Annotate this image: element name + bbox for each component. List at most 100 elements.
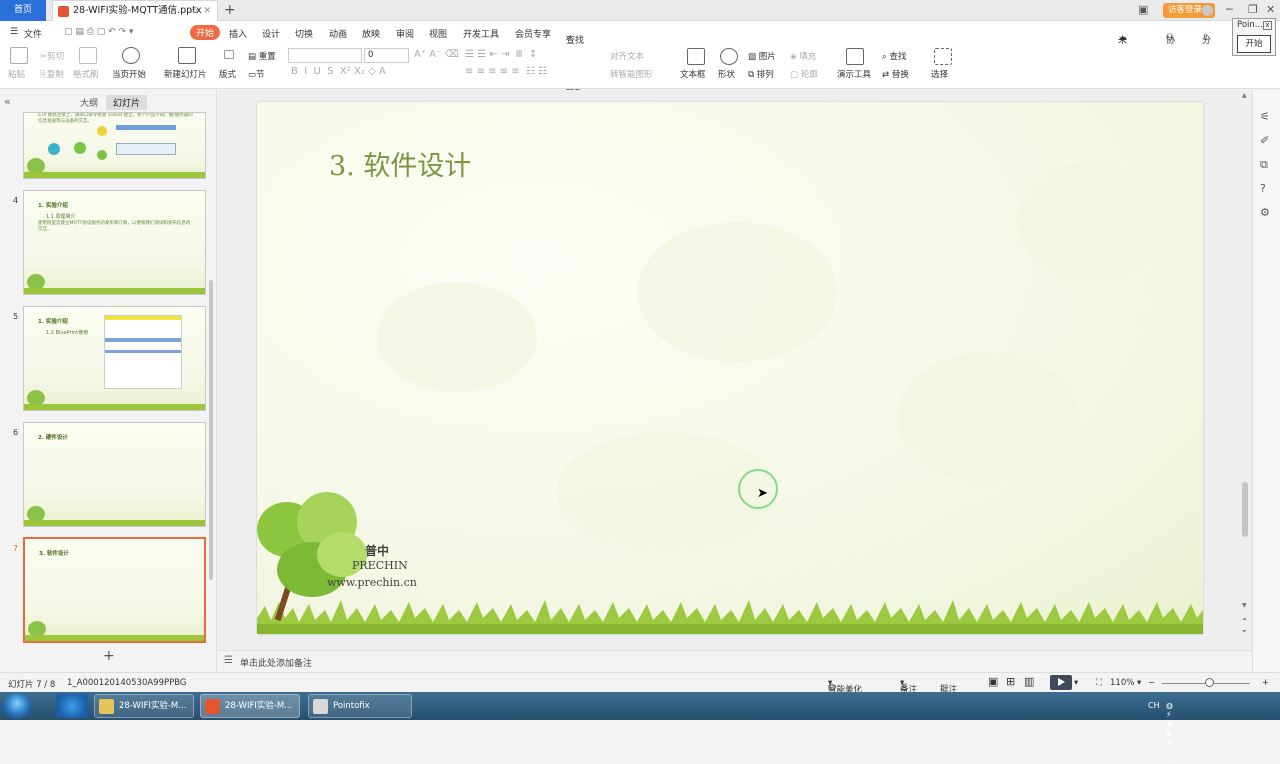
normal-view-icon[interactable]: ▣: [988, 675, 998, 688]
shape-button[interactable]: 形状: [718, 68, 735, 80]
beautify-button[interactable]: ⬡ 智能美化 ▾: [828, 678, 862, 695]
paste-icon[interactable]: [10, 47, 28, 64]
paste-button[interactable]: 粘贴: [8, 68, 25, 80]
browser-pinned-icon[interactable]: [56, 694, 88, 718]
slides-panel-scrollbar[interactable]: [209, 280, 213, 580]
section-button[interactable]: ▭节: [248, 68, 265, 80]
menu-tab-view[interactable]: 视图: [429, 27, 447, 40]
font-size-combo[interactable]: 0: [364, 48, 409, 63]
font-name-combo[interactable]: [288, 48, 362, 63]
taskbar-window-pointofix[interactable]: Pointofix: [308, 694, 412, 718]
menu-tab-animation[interactable]: 动画: [329, 27, 347, 40]
properties-icon[interactable]: ⚟: [1260, 110, 1270, 123]
document-tab[interactable]: 28-WIFI实验-MQTT通信.pptx ▭ ✕: [52, 0, 218, 21]
menu-tab-review[interactable]: 审阅: [396, 27, 414, 40]
new-slide-icon[interactable]: [178, 47, 196, 64]
play-slideshow-button[interactable]: [1050, 675, 1072, 690]
layout-icon[interactable]: [224, 50, 234, 59]
menu-tab-transition[interactable]: 切换: [295, 27, 313, 40]
slide-thumbnail-5[interactable]: 1. 实验介绍 1.2 BluePrint使用: [23, 306, 206, 411]
zoom-slider-knob[interactable]: [1205, 678, 1214, 687]
current-slide[interactable]: 3. 软件设计 普中 PRECHIN www.prechin.cn: [257, 102, 1203, 634]
pointofix-close-icon[interactable]: x: [1263, 21, 1272, 30]
new-slide-button[interactable]: 新建幻灯片: [164, 68, 207, 80]
textbox-icon[interactable]: [687, 48, 705, 65]
collapse-panel-icon[interactable]: «: [4, 95, 11, 108]
slide-thumbnail-4[interactable]: 1. 实验介绍 1.1 原理简介 使用阿里云建立MQTT协议服务的发布和订阅，以…: [23, 190, 206, 295]
menu-tab-insert[interactable]: 插入: [229, 27, 247, 40]
format-painter-button[interactable]: 格式刷: [73, 68, 99, 80]
tab-outline[interactable]: 大纲: [80, 96, 98, 109]
find-button[interactable]: ⌕ 查找: [882, 50, 906, 62]
notes-toggle[interactable]: ☰ 备注 ▾: [900, 678, 917, 695]
add-tab-button[interactable]: +: [224, 2, 236, 18]
menu-file[interactable]: 文件: [24, 27, 42, 40]
textbox-button[interactable]: 文本框: [680, 68, 706, 80]
login-button[interactable]: 访客登录: [1163, 3, 1215, 18]
play-dropdown-icon[interactable]: ▾: [1074, 678, 1078, 688]
layout-button[interactable]: 版式: [219, 68, 236, 80]
fit-window-icon[interactable]: ⛶: [1096, 678, 1102, 688]
select-button[interactable]: 选择: [931, 68, 948, 80]
hamburger-icon[interactable]: ☰: [10, 27, 18, 37]
scrollbar-thumb[interactable]: [1242, 482, 1248, 537]
presentation-tools-icon[interactable]: [846, 48, 864, 65]
canvas-scrollbar[interactable]: ▲ ▼ ⏶ ⏷: [1241, 92, 1249, 642]
scroll-down-icon[interactable]: ▼: [1242, 602, 1247, 609]
menu-tab-design[interactable]: 设计: [262, 27, 280, 40]
sorter-view-icon[interactable]: ⊞: [1006, 675, 1015, 688]
panel-icon[interactable]: ▣: [1138, 3, 1148, 16]
home-tab[interactable]: 首页: [0, 0, 46, 21]
menu-tab-member[interactable]: 会员专享: [515, 27, 551, 40]
menu-tab-home[interactable]: 开始: [190, 25, 221, 40]
text-format-icons[interactable]: B I U S X² X₂ ◇ A: [291, 66, 386, 77]
menu-tab-developer[interactable]: 开发工具: [463, 27, 499, 40]
close-window-icon[interactable]: ✕: [1266, 3, 1275, 16]
menu-tab-slideshow[interactable]: 放映: [362, 27, 380, 40]
shape-icon[interactable]: [720, 48, 738, 65]
font-grow-shrink-icons[interactable]: A⁺ A⁻ ⌫: [414, 49, 459, 60]
tray-icons[interactable]: ◍ ⚡ ◉ ◐ ⊕ ♪ ▭: [1166, 701, 1174, 764]
outline-button[interactable]: ▢ 轮廓: [790, 68, 818, 80]
pointofix-start-button[interactable]: 开始: [1237, 35, 1271, 53]
slide-title[interactable]: 3. 软件设计: [329, 144, 471, 183]
play-from-current-icon[interactable]: [122, 47, 140, 64]
tab-slides[interactable]: 幻灯片: [106, 95, 148, 110]
zoom-dropdown-icon[interactable]: ▾: [1137, 678, 1141, 688]
copy-panel-icon[interactable]: ⧉: [1260, 158, 1268, 172]
quick-access-icons[interactable]: ▢ ▤ ⎙ ▢ ↶ ↷ ▾: [64, 27, 133, 37]
smartart-button[interactable]: 转智能图形: [610, 68, 653, 80]
select-icon[interactable]: [934, 48, 952, 65]
help-icon[interactable]: ?: [1260, 182, 1266, 195]
slide-thumbnail-6[interactable]: 2. 硬件设计: [23, 422, 206, 527]
start-button[interactable]: [3, 693, 31, 719]
picture-button[interactable]: ▨ 图片: [748, 50, 776, 62]
input-method-icon[interactable]: CH: [1148, 701, 1160, 710]
replace-button[interactable]: ⇄ 替换: [882, 68, 909, 80]
next-slide-icon[interactable]: ⏷: [1242, 628, 1247, 636]
taskbar-window-folder[interactable]: 28-WIFI实验-M...: [94, 694, 194, 718]
notes-pane[interactable]: ☰ 单击此处添加备注: [218, 650, 1252, 672]
settings-icon[interactable]: ⚙: [1260, 206, 1270, 219]
minimize-icon[interactable]: ─: [1226, 3, 1233, 16]
copy-button[interactable]: ⎘复制: [40, 68, 64, 80]
from-current-button[interactable]: 当页开始: [112, 68, 146, 80]
scroll-up-icon[interactable]: ▲: [1242, 92, 1247, 99]
add-slide-button[interactable]: +: [103, 648, 115, 664]
zoom-out-icon[interactable]: −: [1148, 678, 1155, 688]
alignment-icons[interactable]: ≡ ≡ ≡ ≡ ≡ ☷ ☷: [465, 66, 547, 77]
slide-thumbnail-7[interactable]: 3. 软件设计: [23, 537, 206, 643]
format-painter-icon[interactable]: [79, 47, 97, 64]
zoom-level[interactable]: 110%: [1110, 678, 1134, 688]
reset-button[interactable]: ▤ 重置: [248, 50, 276, 62]
reading-view-icon[interactable]: ▥: [1024, 675, 1034, 688]
taskbar-window-wps[interactable]: 28-WIFI实验-M...: [200, 694, 300, 718]
fill-button[interactable]: ◈ 填充: [790, 50, 816, 62]
presentation-tools-button[interactable]: 演示工具: [837, 68, 871, 80]
restore-icon[interactable]: ❐: [1248, 3, 1258, 16]
slide-thumbnail-3[interactable]: STA 模式连接上，请串口命令接收 socket 建立，各个产品不同广播/服务器…: [23, 112, 206, 179]
paragraph-icons[interactable]: ☰ ☰ ⇤ ⇥ Ⅲ ↕: [465, 49, 537, 60]
pin-icon[interactable]: ✐: [1260, 134, 1269, 147]
align-text-button[interactable]: 对齐文本: [610, 50, 644, 62]
tab-pin-icon[interactable]: ▭: [189, 6, 198, 16]
